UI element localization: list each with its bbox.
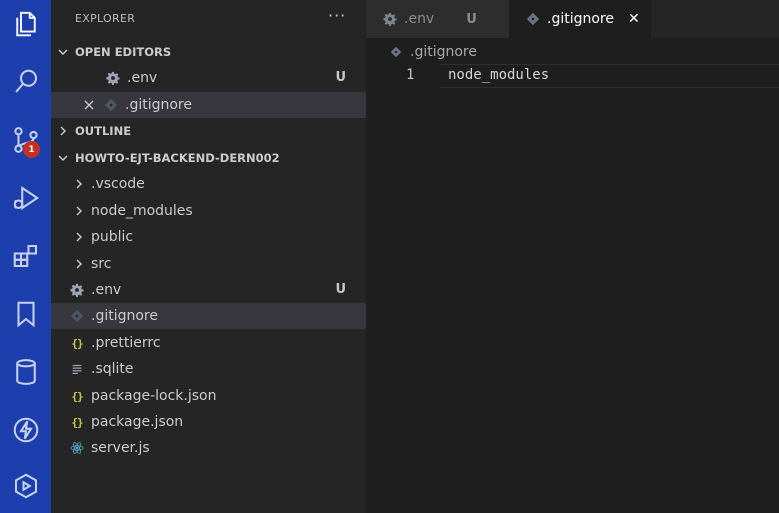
explorer-header: EXPLORER ··· xyxy=(51,0,366,38)
open-editor-label: .env xyxy=(127,70,158,86)
open-editor-item[interactable]: .gitignore xyxy=(51,92,366,118)
file-item[interactable]: server.js xyxy=(51,435,366,461)
source-control-icon[interactable] xyxy=(0,116,51,164)
lightning-icon[interactable] xyxy=(0,406,51,454)
file-label: .sqlite xyxy=(91,361,134,377)
search-icon[interactable] xyxy=(0,58,51,106)
folder-item[interactable]: src xyxy=(51,251,366,277)
lines-icon xyxy=(69,361,85,377)
folder-label: node_modules xyxy=(91,203,193,219)
git-icon xyxy=(525,11,541,27)
breadcrumb[interactable]: .gitignore xyxy=(366,40,477,64)
open-editors-section[interactable]: OPEN EDITORS xyxy=(51,39,366,65)
line-number: 1 xyxy=(406,67,415,83)
outline-section[interactable]: OUTLINE xyxy=(51,118,366,144)
react-icon xyxy=(69,440,85,456)
file-item[interactable]: .gitignore xyxy=(51,303,366,329)
file-label: .env xyxy=(91,282,122,298)
gear-icon xyxy=(105,70,121,86)
json-icon: {} xyxy=(71,415,83,429)
json-icon: {} xyxy=(71,336,83,350)
file-item[interactable]: {} package.json xyxy=(51,409,366,435)
file-item[interactable]: .env U xyxy=(51,277,366,303)
file-item[interactable]: {} .prettierrc xyxy=(51,330,366,356)
more-actions-icon[interactable]: ··· xyxy=(328,6,346,25)
close-icon[interactable]: ✕ xyxy=(628,11,640,27)
file-label: .prettierrc xyxy=(91,335,161,351)
git-icon xyxy=(103,97,119,113)
untracked-status: U xyxy=(466,11,477,27)
folder-label: src xyxy=(91,256,112,272)
untracked-status: U xyxy=(335,282,346,297)
tab-label: .env xyxy=(404,11,435,27)
folder-label: .vscode xyxy=(91,176,145,192)
gear-icon xyxy=(69,282,85,298)
git-icon xyxy=(69,308,85,324)
tab-label: .gitignore xyxy=(547,11,614,27)
file-label: .gitignore xyxy=(91,308,158,324)
editor-tabbar: .env U .gitignore ✕ xyxy=(366,0,779,38)
chevron-right-icon xyxy=(71,229,87,245)
tab-env[interactable]: .env U xyxy=(366,0,509,38)
tab-gitignore[interactable]: .gitignore ✕ xyxy=(509,0,651,38)
json-icon: {} xyxy=(71,389,83,403)
bookmarks-icon[interactable] xyxy=(0,290,51,338)
folder-item[interactable]: .vscode xyxy=(51,171,366,197)
breadcrumb-file: .gitignore xyxy=(410,44,477,60)
azure-icon[interactable] xyxy=(0,462,51,510)
file-label: package.json xyxy=(91,414,184,430)
chevron-down-icon xyxy=(55,150,71,166)
chevron-right-icon xyxy=(71,203,87,219)
folder-item[interactable]: node_modules xyxy=(51,198,366,224)
code-line[interactable]: node_modules xyxy=(448,67,549,83)
explorer-title: EXPLORER xyxy=(75,12,136,25)
database-icon[interactable] xyxy=(0,348,51,396)
explorer-sidebar: EXPLORER ··· OPEN EDITORS .env U .gitign… xyxy=(51,0,366,513)
gear-icon xyxy=(382,11,398,27)
chevron-right-icon xyxy=(55,123,71,139)
run-debug-icon[interactable] xyxy=(0,174,51,222)
explorer-icon[interactable] xyxy=(0,0,51,48)
outline-header: OUTLINE xyxy=(75,124,132,138)
open-editors-header: OPEN EDITORS xyxy=(75,45,172,59)
chevron-right-icon xyxy=(71,256,87,272)
open-editor-label: .gitignore xyxy=(125,97,192,113)
close-icon[interactable] xyxy=(81,97,97,113)
file-item[interactable]: {} package-lock.json xyxy=(51,383,366,409)
scm-badge: 1 xyxy=(23,141,40,158)
project-header: HOWTO-EJT-BACKEND-DERN002 xyxy=(75,151,280,165)
extensions-icon[interactable] xyxy=(0,232,51,280)
open-editor-item[interactable]: .env U xyxy=(51,65,366,91)
folder-label: public xyxy=(91,229,134,245)
activity-bar: 1 xyxy=(0,0,51,513)
file-label: package-lock.json xyxy=(91,388,217,404)
git-icon xyxy=(388,44,404,60)
folder-item[interactable]: public xyxy=(51,224,366,250)
chevron-right-icon xyxy=(71,176,87,192)
project-section[interactable]: HOWTO-EJT-BACKEND-DERN002 xyxy=(51,145,366,171)
chevron-down-icon xyxy=(55,44,71,60)
untracked-status: U xyxy=(335,70,346,85)
file-label: server.js xyxy=(91,440,150,456)
file-item[interactable]: .sqlite xyxy=(51,356,366,382)
